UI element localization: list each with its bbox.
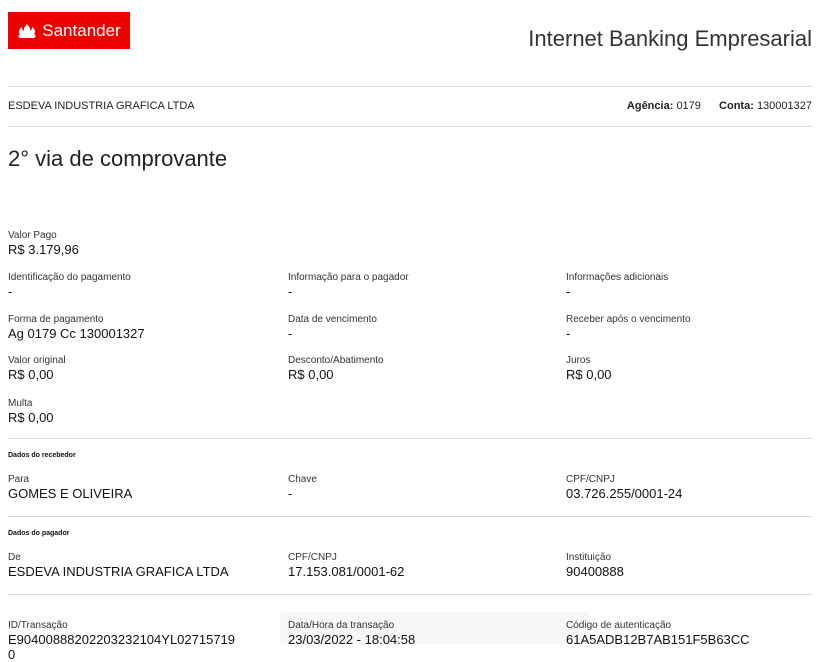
divider <box>8 86 812 87</box>
field-label: Informação para o pagador <box>288 272 409 283</box>
field-label: Data de vencimento <box>288 314 377 325</box>
section-title-pagador: Dados do pagador <box>8 530 70 537</box>
section-title-recebedor: Dados do recebedor <box>8 452 76 459</box>
field-label: Identificação do pagamento <box>8 272 131 283</box>
divider <box>8 594 812 595</box>
field-label: Desconto/Abatimento <box>288 355 384 366</box>
field-value: 03.726.255/0001-24 <box>566 486 683 501</box>
identificacao-field: Identificação do pagamento - <box>8 272 131 299</box>
field-value: 90400888 <box>566 564 624 579</box>
field-value: ESDEVA INDUSTRIA GRAFICA LTDA <box>8 564 229 579</box>
field-value: - <box>566 284 571 299</box>
chave-field: Chave - <box>288 474 317 501</box>
multa-field: Multa R$ 0,00 <box>8 398 54 425</box>
field-label: Multa <box>8 398 33 409</box>
divider <box>8 516 812 517</box>
field-label: CPF/CNPJ <box>566 474 615 485</box>
id-transacao-field: ID/Transação E90400888202203232104YL0271… <box>8 620 235 662</box>
page-title: 2° via de comprovante <box>8 146 228 171</box>
conta-label: Conta: <box>719 100 754 112</box>
field-label: ID/Transação <box>8 620 68 631</box>
field-value: R$ 0,00 <box>566 367 612 382</box>
field-value: 17.153.081/0001-62 <box>288 564 405 579</box>
company-name: ESDEVA INDUSTRIA GRAFICA LTDA <box>8 100 195 112</box>
info-pagador-field: Informação para o pagador - <box>288 272 409 299</box>
field-label: Chave <box>288 474 317 485</box>
field-label: Para <box>8 474 30 485</box>
autenticacao-field: Código de autenticação 61A5ADB12B7AB151F… <box>566 620 750 647</box>
field-value: - <box>288 284 293 299</box>
para-field: Para GOMES E OLIVEIRA <box>8 474 132 501</box>
divider <box>8 126 812 127</box>
data-vencimento-field: Data de vencimento - <box>288 314 377 341</box>
valor-pago-field: Valor Pago R$ 3.179,96 <box>8 230 79 257</box>
field-label: De <box>8 552 21 563</box>
field-value: - <box>288 486 293 501</box>
field-label: Data/Hora da transação <box>288 620 395 631</box>
field-label: CPF/CNPJ <box>288 552 337 563</box>
santander-logo: Santander <box>8 12 130 49</box>
account-info: Agência: 0179 Conta: 130001327 <box>627 100 812 112</box>
conta-value: 130001327 <box>756 100 812 112</box>
flame-icon <box>18 23 36 38</box>
agencia-value: 0179 <box>676 100 701 112</box>
field-value: R$ 3.179,96 <box>8 242 79 257</box>
valor-original-field: Valor original R$ 0,00 <box>8 355 66 382</box>
field-value: 61A5ADB12B7AB151F5B63CC <box>566 632 750 647</box>
field-value: E90400888202203232104YL02715719 <box>8 632 236 647</box>
agencia-label: Agência: <box>626 100 674 112</box>
divider <box>8 438 812 439</box>
data-hora-field: Data/Hora da transação 23/03/2022 - 18:0… <box>288 620 415 647</box>
field-label: Informações adicionais <box>566 272 669 283</box>
field-label: Instituição <box>566 552 612 563</box>
field-value: R$ 0,00 <box>8 410 54 425</box>
field-value: - <box>8 284 13 299</box>
field-value: 23/03/2022 - 18:04:58 <box>288 632 416 647</box>
field-label: Valor original <box>8 355 66 366</box>
field-label: Código de autenticação <box>566 620 672 631</box>
logo-text: Santander <box>42 20 121 40</box>
field-label: Juros <box>566 355 591 366</box>
cpf-cnpj-pagador-field: CPF/CNPJ 17.153.081/0001-62 <box>288 552 404 579</box>
field-value: - <box>566 326 571 341</box>
field-value: R$ 0,00 <box>288 367 334 382</box>
field-label: Receber após o vencimento <box>566 314 691 325</box>
instituicao-field: Instituição 90400888 <box>566 552 624 579</box>
de-field: De ESDEVA INDUSTRIA GRAFICA LTDA <box>8 552 229 579</box>
field-label: Valor Pago <box>8 230 57 241</box>
forma-pagamento-field: Forma de pagamento Ag 0179 Cc 130001327 <box>8 314 145 341</box>
receber-apos-field: Receber após o vencimento - <box>566 314 691 341</box>
field-value: Ag 0179 Cc 130001327 <box>8 326 145 341</box>
desconto-field: Desconto/Abatimento R$ 0,00 <box>288 355 384 382</box>
field-value: GOMES E OLIVEIRA <box>8 486 133 501</box>
field-label: Forma de pagamento <box>8 314 104 325</box>
cpf-cnpj-recebedor-field: CPF/CNPJ 03.726.255/0001-24 <box>566 474 682 501</box>
info-adicionais-field: Informações adicionais - <box>566 272 668 299</box>
field-value: - <box>288 326 293 341</box>
juros-field: Juros R$ 0,00 <box>566 355 612 382</box>
app-title: Internet Banking Empresarial <box>528 26 812 51</box>
field-value: R$ 0,00 <box>8 367 54 382</box>
